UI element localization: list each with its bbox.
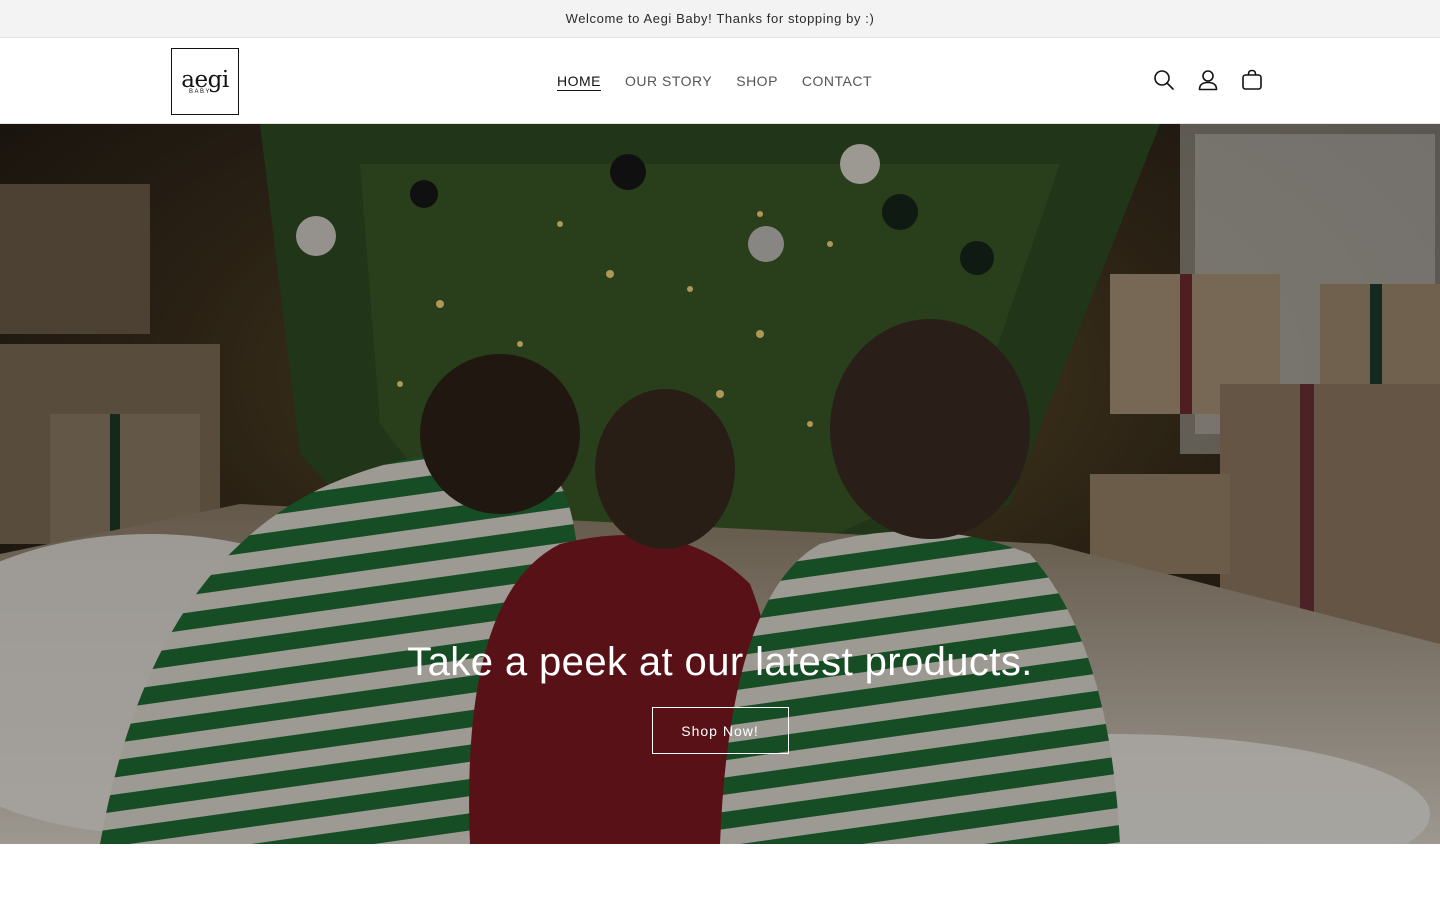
hero-content: Take a peek at our latest products. Shop… bbox=[0, 634, 1440, 754]
logo-wordmark: aegi bbox=[181, 66, 229, 93]
announcement-bar: Welcome to Aegi Baby! Thanks for stoppin… bbox=[0, 0, 1440, 38]
page-below-hero bbox=[0, 844, 1440, 900]
announcement-text: Welcome to Aegi Baby! Thanks for stoppin… bbox=[565, 11, 875, 26]
nav-item-our-story[interactable]: OUR STORY bbox=[613, 73, 724, 89]
hero-heading: Take a peek at our latest products. bbox=[407, 640, 1033, 684]
hero-banner: Take a peek at our latest products. Shop… bbox=[0, 124, 1440, 844]
cart-icon bbox=[1242, 69, 1262, 90]
logo-subtitle: BABY bbox=[188, 88, 211, 95]
main-nav: HOME OUR STORY SHOP CONTACT bbox=[545, 38, 884, 124]
header-icons bbox=[1142, 58, 1274, 102]
nav-item-shop[interactable]: SHOP bbox=[724, 73, 790, 89]
search-icon bbox=[1154, 70, 1174, 90]
shop-now-button[interactable]: Shop Now! bbox=[651, 707, 789, 754]
account-icon bbox=[1198, 70, 1218, 91]
logo[interactable]: aegi BABY bbox=[171, 48, 239, 115]
cart-button[interactable] bbox=[1230, 58, 1274, 102]
nav-item-home[interactable]: HOME bbox=[545, 73, 613, 89]
account-button[interactable] bbox=[1186, 58, 1230, 102]
site-header: aegi BABY HOME OUR STORY SHOP CONTACT bbox=[0, 38, 1440, 124]
search-button[interactable] bbox=[1142, 58, 1186, 102]
nav-item-contact[interactable]: CONTACT bbox=[790, 73, 884, 89]
